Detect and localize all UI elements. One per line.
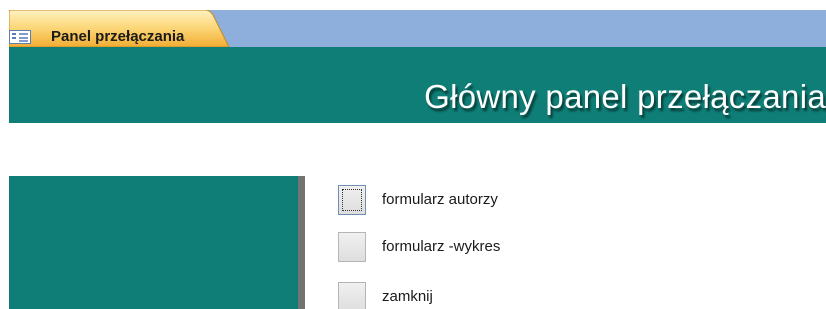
form-icon [9, 29, 31, 44]
left-margin [0, 0, 9, 309]
menu-item-button[interactable] [338, 282, 366, 309]
form-header: Główny panel przełączania [9, 47, 826, 123]
menu-item-zamknij[interactable]: zamknij [338, 282, 598, 309]
menu-item-button[interactable] [338, 232, 366, 262]
menu-item-label: zamknij [382, 288, 433, 305]
menu-item-button[interactable] [338, 185, 366, 215]
side-panel-border [298, 176, 305, 309]
document-tab-strip: Panel przełączania [0, 0, 826, 47]
tab-label: Panel przełączania [51, 28, 185, 45]
page-title: Główny panel przełączania [424, 78, 826, 115]
side-decoration-panel [9, 176, 298, 309]
menu-item-formularz-autorzy[interactable]: formularz autorzy [338, 185, 598, 217]
tab-panel-przelaczania[interactable]: Panel przełączania [9, 10, 229, 47]
switchboard-window: Panel przełączania Główny panel przełącz… [0, 0, 826, 309]
menu-item-formularz-wykres[interactable]: formularz -wykres [338, 232, 598, 264]
menu-item-label: formularz -wykres [382, 238, 501, 255]
menu-item-label: formularz autorzy [382, 191, 498, 208]
